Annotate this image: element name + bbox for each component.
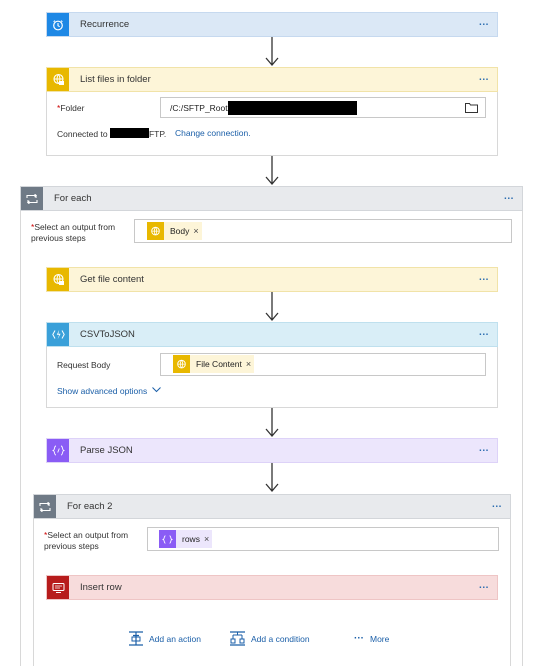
flow-arrow-icon [265,292,279,321]
function-icon [47,323,69,346]
rows-token[interactable]: rows × [159,530,213,548]
more-options-icon[interactable]: ··· [492,501,502,512]
step-title: For each 2 [67,501,113,512]
more-button[interactable]: ··· More [354,633,389,644]
sftp-icon [173,355,190,373]
file-content-token[interactable]: File Content × [173,355,255,373]
show-advanced-options-link[interactable]: Show advanced options [57,386,161,396]
flow-arrow-icon [265,37,279,66]
sftp-icon [147,222,164,240]
loop-icon [34,495,56,518]
csv-to-json-step[interactable]: CSVToJSON ··· [46,322,498,347]
select-output-input[interactable]: rows × [147,527,499,551]
token-label: Body [170,226,190,236]
add-action-button[interactable]: Add an action [128,631,201,646]
step-title: Recurrence [80,19,130,30]
step-title: Get file content [80,274,144,285]
sql-server-icon [47,576,69,599]
flow-arrow-icon [265,156,279,185]
token-label: File Content [196,359,242,369]
advanced-label: Show advanced options [57,386,148,396]
for-each-step[interactable]: For each ··· [20,186,523,211]
select-output-input[interactable]: Body × [134,219,512,243]
redacted-connection [109,128,149,138]
add-condition-icon [230,631,245,646]
list-files-step[interactable]: List files in folder ··· [46,67,498,92]
more-options-icon[interactable]: ··· [479,329,489,340]
folder-input[interactable]: /C:/SFTP_Root/ [160,97,486,118]
more-options-icon[interactable]: ··· [479,74,489,85]
more-options-icon[interactable]: ··· [479,445,489,456]
more-options-icon[interactable]: ··· [479,19,489,30]
step-title: CSVToJSON [80,329,135,340]
chevron-down-icon [151,387,161,393]
more-options-icon[interactable]: ··· [479,582,489,593]
remove-token-icon[interactable]: × [246,359,251,369]
step-title: Insert row [80,582,122,593]
for-each-2-step[interactable]: For each 2 ··· [33,494,511,519]
folder-label: *Folder [57,103,85,113]
remove-token-icon[interactable]: × [204,534,209,544]
request-body-label: Request Body [57,360,111,370]
body-token[interactable]: Body × [147,222,202,240]
clock-icon [47,13,69,36]
remove-token-icon[interactable]: × [193,226,198,236]
braces-icon [47,439,69,462]
sftp-icon [47,268,69,291]
step-title: Parse JSON [80,445,133,456]
step-title: For each [54,193,92,204]
add-action-icon [129,631,143,646]
folder-icon[interactable] [465,102,478,113]
parse-json-step[interactable]: Parse JSON ··· [46,438,498,463]
more-options-icon[interactable]: ··· [479,274,489,285]
recurrence-step[interactable]: Recurrence ··· [46,12,498,37]
select-output-label: *Select an output from previous steps [44,530,129,551]
change-connection-link[interactable]: Change connection. [175,128,251,138]
flow-arrow-icon [265,463,279,492]
more-options-icon[interactable]: ··· [504,193,514,204]
insert-row-step[interactable]: Insert row ··· [46,575,498,600]
get-file-content-step[interactable]: Get file content ··· [46,267,498,292]
add-condition-label: Add a condition [251,633,310,644]
folder-value: /C:/SFTP_Root/ [170,103,230,113]
loop-icon [21,187,43,210]
more-dots-icon: ··· [354,633,364,644]
add-condition-button[interactable]: Add a condition [229,631,310,646]
request-body-input[interactable]: File Content × [160,353,486,376]
sftp-icon [47,68,69,91]
select-output-label: *Select an output from previous steps [31,222,116,243]
token-label: rows [182,534,200,544]
add-action-label: Add an action [149,633,201,644]
flow-arrow-icon [265,408,279,437]
braces-icon [159,530,176,548]
redacted-path [228,101,357,115]
step-title: List files in folder [80,74,151,85]
connection-info: Connected to FTP. [57,128,167,139]
more-label: More [370,633,390,644]
